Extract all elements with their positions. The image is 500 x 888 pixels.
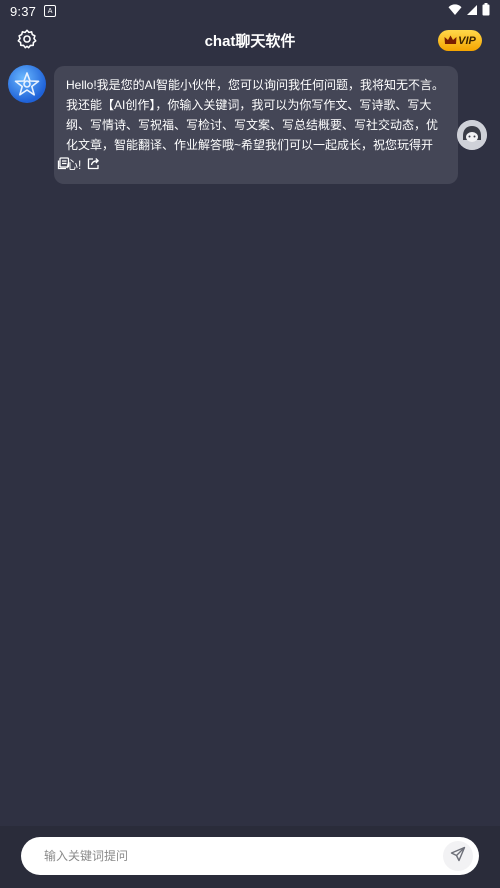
share-icon [87, 157, 100, 175]
message-actions [56, 157, 100, 175]
crown-icon [444, 32, 457, 50]
composer-bar [0, 826, 500, 888]
user-avatar [457, 120, 487, 150]
status-right [448, 3, 490, 19]
send-icon [450, 846, 466, 867]
share-button[interactable] [86, 157, 100, 175]
status-bar: 9:37 A [0, 0, 500, 22]
copy-icon [57, 157, 70, 175]
wifi-icon [448, 3, 462, 19]
copy-button[interactable] [56, 157, 70, 175]
page-title: chat聊天软件 [204, 33, 296, 50]
bot-message-text: Hello!我是您的AI智能小伙伴，您可以询问我任何问题，我将知无不言。我还能【… [66, 78, 445, 172]
bot-message-bubble: Hello!我是您的AI智能小伙伴，您可以询问我任何问题，我将知无不言。我还能【… [54, 66, 458, 184]
app-header: chat聊天软件 VIP [0, 26, 500, 56]
question-input[interactable] [42, 848, 443, 864]
bot-avatar [8, 65, 46, 103]
status-left: 9:37 A [10, 3, 57, 19]
vip-label: VIP [458, 34, 476, 47]
battery-icon [482, 3, 490, 19]
composer-box [21, 837, 479, 875]
send-button[interactable] [443, 841, 473, 871]
status-time: 9:37 [10, 3, 37, 19]
app-notification-icon: A [44, 5, 57, 17]
cellular-signal-icon [466, 4, 478, 19]
vip-button[interactable]: VIP [438, 30, 482, 51]
